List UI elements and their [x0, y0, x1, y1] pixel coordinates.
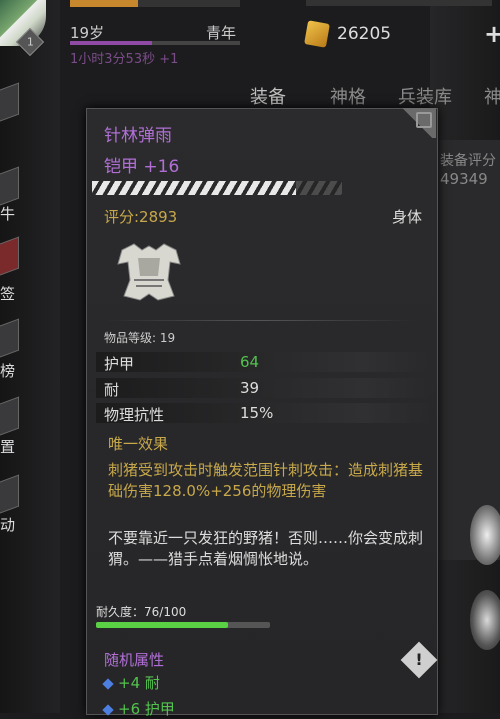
durability-label: 耐久度：76/100 [96, 605, 187, 619]
stat-row-bg [96, 378, 430, 398]
age-text: 19岁 [70, 24, 105, 42]
life-stage: 青年 [206, 24, 237, 42]
item-name: 针林弹雨 [104, 126, 172, 146]
xp-bar [70, 0, 240, 7]
gem-icon [102, 704, 114, 716]
random-attr-line: +6 护甲 [102, 698, 175, 719]
character-portrait-icon[interactable] [470, 505, 500, 565]
warning-icon[interactable]: ! [400, 641, 438, 679]
gem-icon [102, 678, 114, 690]
random-attr-title: 随机属性 [104, 651, 165, 669]
side-menu-label[interactable]: 签 [0, 283, 15, 304]
unique-effect-title: 唯一效果 [108, 435, 169, 453]
equipment-panel-bg [432, 140, 500, 560]
durability-bar [96, 622, 270, 628]
stat-name: 护甲 [104, 355, 135, 373]
enhance-progress-empty [296, 181, 342, 195]
stat-name: 物理抗性 [104, 406, 165, 424]
equip-score-label: 装备评分 [440, 153, 496, 169]
resource-strip [306, 0, 492, 6]
unique-effect-desc: 刺猪受到攻击时触发范围针刺攻击：造成刺猪基础伤害128.0%+256的物理伤害 [108, 461, 424, 500]
armor-icon [117, 243, 181, 301]
age-progress-bar [70, 41, 240, 45]
enhance-progress-bar [92, 181, 300, 195]
side-menu-label[interactable]: 榜 [0, 360, 15, 381]
item-level: 物品等级: 19 [104, 331, 176, 345]
lock-icon[interactable] [416, 112, 432, 128]
stat-value: 15% [240, 404, 274, 422]
stat-row-bg [96, 352, 430, 372]
stat-value: 39 [240, 379, 260, 397]
timer-text: 1小时3分53秒 +1 [70, 52, 179, 67]
tab-more[interactable]: 神 [484, 84, 500, 112]
gold-amount: 26205 [337, 24, 392, 44]
side-menu-label[interactable]: 置 [0, 436, 15, 457]
item-slot: 身体 [392, 208, 423, 226]
random-attr-line: +4 耐 [102, 672, 160, 693]
add-gold-button[interactable]: + [484, 20, 500, 48]
durability-fill [96, 622, 229, 628]
stat-value: 64 [240, 353, 260, 371]
equip-score-value: 49349 [440, 170, 488, 188]
divider [104, 320, 416, 321]
character-portrait-icon[interactable] [470, 590, 500, 650]
stat-name: 耐 [104, 381, 120, 399]
gold-icon [304, 20, 330, 48]
side-menu-label[interactable]: 牛 [0, 203, 15, 224]
flavor-text: 不要靠近一只发狂的野猪！否则……你会变成刺猬。——猎手点着烟惆怅地说。 [108, 529, 424, 568]
side-menu-label[interactable]: 动 [0, 514, 15, 535]
item-type: 铠甲 +16 [104, 157, 180, 177]
item-score: 评分:2893 [104, 208, 178, 226]
